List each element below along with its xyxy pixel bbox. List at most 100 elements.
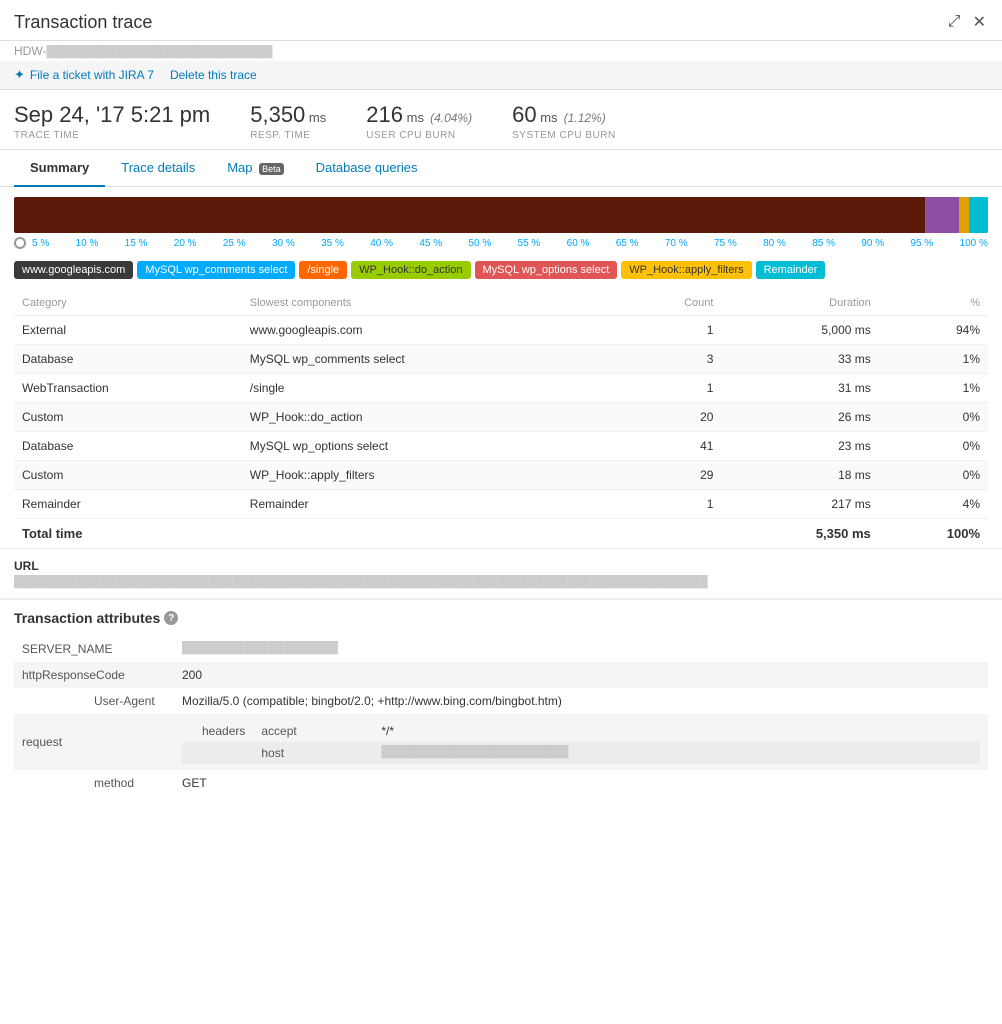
cell-component: www.googleapis.com (242, 316, 621, 345)
cell-pct: 0% (879, 461, 988, 490)
cell-component: MySQL wp_options select (242, 432, 621, 461)
col-category: Category (14, 291, 242, 316)
action-bar: ✦ File a ticket with JIRA 7 Delete this … (0, 61, 1002, 90)
cell-duration: 26 ms (721, 403, 878, 432)
attr-key-method: method (14, 770, 174, 796)
attr-value-method: GET (174, 770, 988, 796)
pct-90: 90 % (861, 238, 884, 249)
attr-value-http-code: 200 (174, 662, 988, 688)
tab-summary[interactable]: Summary (14, 150, 105, 187)
table-row: Custom WP_Hook::apply_filters 29 18 ms 0… (14, 461, 988, 490)
cell-pct: 94% (879, 316, 988, 345)
trace-time-label: TRACE TIME (14, 130, 210, 141)
attr-value-request: headers accept */* host ████████████████… (174, 714, 988, 770)
help-icon[interactable]: ? (164, 611, 178, 625)
user-cpu-value: 216 ms (4.04%) (366, 102, 472, 128)
header-label-empty (182, 742, 253, 764)
col-pct: % (879, 291, 988, 316)
tab-map[interactable]: Map Beta (211, 150, 299, 187)
cell-duration: 5,000 ms (721, 316, 878, 345)
cell-pct: 1% (879, 374, 988, 403)
legend-remainder[interactable]: Remainder (756, 261, 826, 279)
timeline-segment-cyan (969, 197, 988, 233)
app-name: HDW- (14, 44, 46, 58)
pct-60: 60 % (567, 238, 590, 249)
expand-button[interactable]: ⤢ (946, 11, 963, 33)
table-row: Remainder Remainder 1 217 ms 4% (14, 490, 988, 519)
cell-category: Custom (14, 461, 242, 490)
legend-mysql-options[interactable]: MySQL wp_options select (475, 261, 618, 279)
delete-trace-button[interactable]: Delete this trace (170, 68, 257, 82)
pct-20: 20 % (174, 238, 197, 249)
file-ticket-button[interactable]: ✦ File a ticket with JIRA 7 (14, 67, 154, 83)
cell-component: MySQL wp_comments select (242, 345, 621, 374)
pct-30: 30 % (272, 238, 295, 249)
tab-trace-details[interactable]: Trace details (105, 150, 211, 187)
host-key: host (253, 742, 373, 764)
cell-duration: 217 ms (721, 490, 878, 519)
legend-single[interactable]: /single (299, 261, 347, 279)
sys-cpu-metric: 60 ms (1.12%) SYSTEM CPU BURN (512, 102, 616, 141)
table-row: Database MySQL wp_comments select 3 33 m… (14, 345, 988, 374)
cell-category: Remainder (14, 490, 242, 519)
cell-component: /single (242, 374, 621, 403)
close-button[interactable]: ✕ (971, 10, 988, 34)
cell-pct: 0% (879, 432, 988, 461)
col-count: Count (621, 291, 722, 316)
legend-bar: www.googleapis.com MySQL wp_comments sel… (0, 253, 1002, 291)
cell-count: 20 (621, 403, 722, 432)
accept-key: accept (253, 720, 373, 742)
pct-40: 40 % (370, 238, 393, 249)
attr-row-method: method GET (14, 770, 988, 796)
col-duration: Duration (721, 291, 878, 316)
star-icon: ✦ (14, 67, 25, 83)
tab-database-queries[interactable]: Database queries (300, 150, 434, 187)
legend-apply-filters[interactable]: WP_Hook::apply_filters (621, 261, 751, 279)
resp-time-label: RESP. TIME (250, 130, 326, 141)
legend-googleapis[interactable]: www.googleapis.com (14, 261, 133, 279)
attr-key-server-name: SERVER_NAME (14, 636, 174, 662)
timeline-segment-purple (925, 197, 959, 233)
trace-time-value: Sep 24, '17 5:21 pm (14, 102, 210, 128)
host-value: ████████████████████████ (373, 742, 980, 764)
attr-row-http-code: httpResponseCode 200 (14, 662, 988, 688)
accept-value: */* (373, 720, 980, 742)
cell-pct: 1% (879, 345, 988, 374)
total-pct: 100% (879, 519, 988, 549)
attr-row-server-name: SERVER_NAME ████████████████████ (14, 636, 988, 662)
cell-category: WebTransaction (14, 374, 242, 403)
legend-do-action[interactable]: WP_Hook::do_action (351, 261, 470, 279)
attributes-title: Transaction attributes ? (14, 610, 988, 626)
cell-category: Custom (14, 403, 242, 432)
attr-value-server-name: ████████████████████ (174, 636, 988, 662)
resp-time-metric: 5,350 ms RESP. TIME (250, 102, 326, 141)
pct-80: 80 % (763, 238, 786, 249)
sys-cpu-label: SYSTEM CPU BURN (512, 130, 616, 141)
attr-row-user-agent: User-Agent Mozilla/5.0 (compatible; bing… (14, 688, 988, 714)
cell-count: 29 (621, 461, 722, 490)
cell-pct: 4% (879, 490, 988, 519)
cell-count: 1 (621, 316, 722, 345)
cell-category: Database (14, 345, 242, 374)
table-section: Category Slowest components Count Durati… (0, 291, 1002, 548)
table-row: WebTransaction /single 1 31 ms 1% (14, 374, 988, 403)
pct-85: 85 % (812, 238, 835, 249)
legend-mysql-comments[interactable]: MySQL wp_comments select (137, 261, 295, 279)
pct-45: 45 % (419, 238, 442, 249)
pct-65: 65 % (616, 238, 639, 249)
tabs-bar: Summary Trace details Map Beta Database … (0, 150, 1002, 187)
timeline-segment-yellow (959, 197, 969, 233)
attributes-section: Transaction attributes ? SERVER_NAME ███… (0, 598, 1002, 806)
cell-pct: 0% (879, 403, 988, 432)
table-row: Custom WP_Hook::do_action 20 26 ms 0% (14, 403, 988, 432)
cell-count: 41 (621, 432, 722, 461)
modal-header: Transaction trace ⤢ ✕ (0, 0, 1002, 41)
pct-15: 15 % (125, 238, 148, 249)
timeline-section: 5 % 10 % 15 % 20 % 25 % 30 % 35 % 40 % 4… (0, 187, 1002, 253)
pct-35: 35 % (321, 238, 344, 249)
total-duration: 5,350 ms (721, 519, 878, 549)
table-row: External www.googleapis.com 1 5,000 ms 9… (14, 316, 988, 345)
request-table: headers accept */* host ████████████████… (182, 720, 980, 764)
timeline-circle (14, 237, 26, 249)
attr-key-request: request (14, 714, 174, 770)
